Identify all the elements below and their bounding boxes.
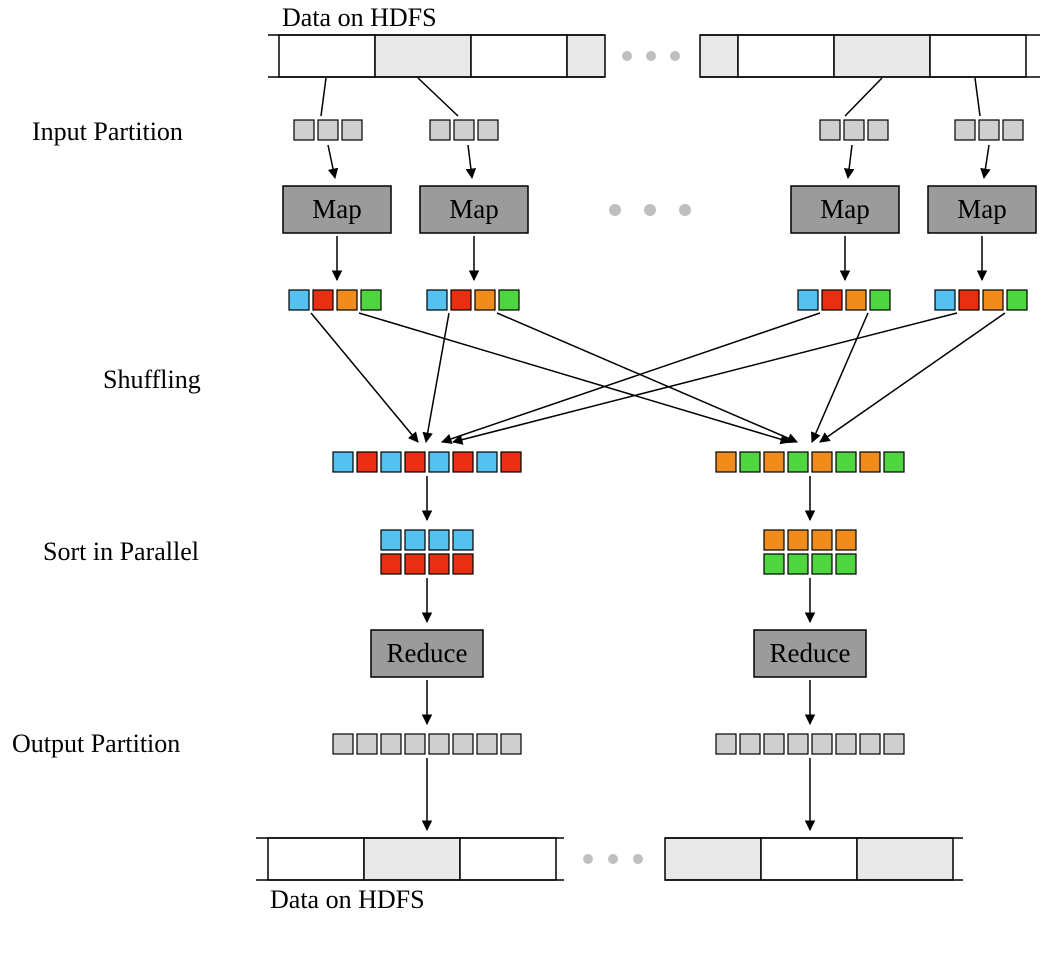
reduce-tasks: Reduce Reduce [371, 630, 866, 677]
sorted-left [381, 530, 473, 574]
top-blocks-left [268, 35, 605, 77]
reduce-label-1: Reduce [387, 638, 468, 668]
label-shuffling: Shuffling [103, 365, 201, 394]
sorted-right [764, 530, 856, 574]
label-output-partition: Output Partition [12, 729, 180, 758]
reduce-label-2: Reduce [770, 638, 851, 668]
title-top: Data on HDFS [282, 3, 437, 32]
input-partition-group [294, 120, 1023, 140]
shuffle-arrows [311, 313, 1005, 442]
bottom-blocks-right [665, 838, 963, 880]
map-label-1: Map [312, 194, 362, 224]
map-label-4: Map [957, 194, 1007, 224]
shuffled-left [333, 452, 521, 472]
output-partition-right [716, 734, 904, 754]
map-label-2: Map [449, 194, 499, 224]
shuffled-right [716, 452, 904, 472]
map-label-3: Map [820, 194, 870, 224]
mapreduce-diagram: Data on HDFS Input Partition Map Map Map… [0, 0, 1046, 953]
title-bottom: Data on HDFS [270, 885, 425, 914]
label-sort: Sort in Parallel [43, 537, 199, 566]
bottom-blocks-left [256, 838, 564, 880]
output-partition-left [333, 734, 521, 754]
map-output [289, 290, 1027, 310]
top-blocks-right [700, 35, 1040, 77]
map-tasks: Map Map Map Map [283, 186, 1036, 233]
label-input-partition: Input Partition [32, 117, 183, 146]
